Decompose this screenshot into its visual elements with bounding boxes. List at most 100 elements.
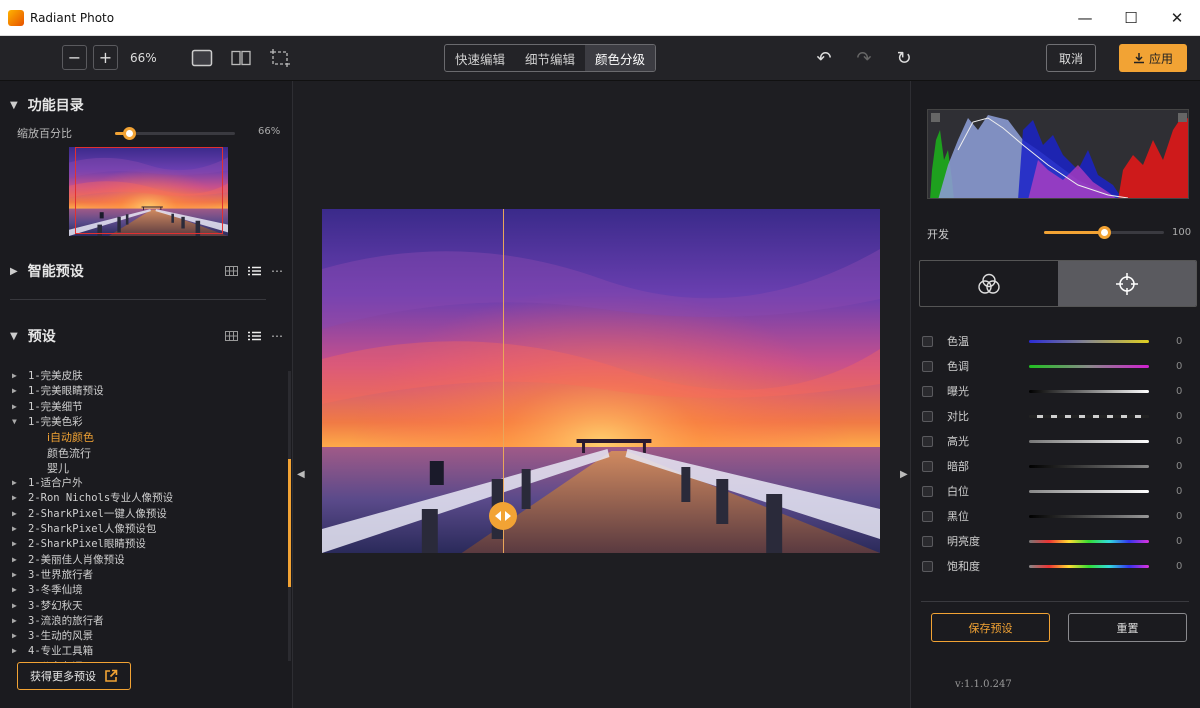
- adjustment-value: 0: [1176, 360, 1183, 372]
- adjustment-slider[interactable]: [1029, 514, 1149, 518]
- adjustment-slider[interactable]: [1029, 539, 1149, 543]
- preset-folder[interactable]: ▶ 2-Ron Nichols专业人像预设: [12, 490, 173, 505]
- redo-button[interactable]: ↷: [853, 47, 875, 69]
- right-panel: 开发 100 色温 0 色调 0 曝光 0 对比 0 高光 0 暗部 0 白位 0 黑位 0 明亮度 0 饱和度 0 …: [910, 81, 1200, 708]
- adjustment-checkbox[interactable]: [922, 335, 933, 347]
- more-options-icon[interactable]: ⋯: [271, 329, 284, 343]
- reset-all-button[interactable]: ↻: [893, 47, 915, 69]
- split-view-icon: [231, 50, 251, 66]
- preset-folder[interactable]: ▶ 2-SharkPixel一键人像预设: [12, 506, 167, 521]
- cancel-button[interactable]: 取消: [1046, 44, 1096, 72]
- preset-item[interactable]: i自动颜色: [47, 429, 94, 445]
- preset-folder[interactable]: ▶ 3-梦幻秋天: [12, 598, 83, 613]
- tab-color-mixer[interactable]: [920, 261, 1058, 306]
- adjustment-value: 0: [1176, 335, 1183, 347]
- list-view-icon[interactable]: [248, 266, 261, 276]
- collapse-left-arrow[interactable]: ◀: [297, 469, 305, 480]
- tab-quick-edit[interactable]: 快速编辑: [445, 45, 515, 71]
- navigator-thumbnail[interactable]: [69, 147, 228, 236]
- preset-scrollbar[interactable]: [288, 371, 291, 661]
- develop-label: 开发: [927, 228, 949, 241]
- zoom-slider[interactable]: [115, 127, 235, 140]
- adjustment-slider[interactable]: [1029, 389, 1149, 393]
- single-view-button[interactable]: [190, 47, 214, 69]
- left-panel: ▼ 功能目录 缩放百分比 66% ▶ 智能预设 ⋯ ▼ 预设 ⋯ ▶ 1-完美皮肤…: [0, 81, 293, 708]
- adjustment-slider[interactable]: [1029, 489, 1149, 493]
- grid-view-icon[interactable]: [225, 266, 238, 276]
- reset-button[interactable]: 重置: [1068, 613, 1187, 642]
- adjustment-checkbox[interactable]: [922, 410, 933, 422]
- caret-right-icon: ▶: [10, 265, 18, 277]
- preset-folder[interactable]: ▶ 3-生动的风景: [12, 628, 93, 643]
- adjustment-row: 饱和度 0: [922, 559, 1192, 573]
- preset-folder[interactable]: ▶ 3-冬季仙境: [12, 582, 83, 597]
- crop-view-button[interactable]: [268, 47, 292, 69]
- preset-folder[interactable]: ▶ 4-专业工具箱: [12, 643, 93, 658]
- adjustment-checkbox[interactable]: [922, 510, 933, 522]
- smart-presets-view-icons: ⋯: [225, 264, 284, 278]
- tab-detail-edit[interactable]: 细节编辑: [515, 45, 585, 71]
- zoom-slider-knob[interactable]: [123, 127, 137, 140]
- smart-presets-header[interactable]: ▶ 智能预设: [10, 261, 84, 281]
- adjustment-checkbox[interactable]: [922, 435, 933, 447]
- apply-button[interactable]: 应用: [1119, 44, 1187, 72]
- split-view-button[interactable]: [229, 47, 253, 69]
- presets-header[interactable]: ▼ 预设: [10, 326, 56, 346]
- preset-folder[interactable]: ▶ 1-完美皮肤: [12, 368, 83, 383]
- navigator-viewport-box[interactable]: [75, 147, 223, 234]
- preset-folder[interactable]: ▼ 1-完美色彩: [12, 414, 83, 429]
- develop-slider[interactable]: [1044, 226, 1164, 239]
- preset-item[interactable]: 颜色流行: [47, 445, 91, 461]
- collapse-right-arrow[interactable]: ▶: [900, 469, 908, 480]
- preset-folder[interactable]: ▶ 1-完美细节: [12, 399, 83, 414]
- adjustment-checkbox[interactable]: [922, 360, 933, 372]
- preset-folder[interactable]: ▶ 2-美丽佳人肖像预设: [12, 552, 125, 567]
- save-preset-button[interactable]: 保存预设: [931, 613, 1050, 642]
- adjustment-slider[interactable]: [1029, 564, 1149, 568]
- list-view-icon[interactable]: [248, 331, 261, 341]
- get-more-presets-button[interactable]: 获得更多预设: [17, 662, 131, 690]
- adjustment-checkbox[interactable]: [922, 535, 933, 547]
- more-options-icon[interactable]: ⋯: [271, 264, 284, 278]
- preset-folder-label: 1-完美细节: [28, 400, 83, 413]
- presets-title: 预设: [27, 329, 56, 345]
- preset-folder[interactable]: ▶ 2-SharkPixel眼睛预设: [12, 536, 146, 551]
- adjustment-row: 曝光 0: [922, 384, 1192, 398]
- minimize-button[interactable]: —: [1062, 0, 1108, 36]
- preset-folder-label: 1-完美皮肤: [28, 370, 83, 382]
- image-canvas: ◀ ▶: [294, 81, 910, 708]
- preset-folder[interactable]: ▶ 2-SharkPixel人像预设包: [12, 521, 156, 536]
- adjustment-checkbox[interactable]: [922, 560, 933, 572]
- get-more-presets-label: 获得更多预设: [30, 670, 96, 683]
- adjustment-slider[interactable]: [1029, 339, 1149, 343]
- preview-photo[interactable]: [322, 209, 880, 553]
- zoom-in-button[interactable]: +: [93, 45, 118, 70]
- maximize-button[interactable]: ☐: [1108, 0, 1154, 36]
- app-title: Radiant Photo: [30, 10, 115, 25]
- tab-color-grading[interactable]: 颜色分级: [585, 45, 655, 71]
- adjustment-value: 0: [1176, 510, 1183, 522]
- preset-folder[interactable]: ▶ 3-世界旅行者: [12, 567, 93, 582]
- preset-folder[interactable]: ▶ 1-适合户外: [12, 475, 83, 490]
- close-button[interactable]: ✕: [1154, 0, 1200, 36]
- develop-slider-knob[interactable]: [1098, 226, 1111, 239]
- grid-view-icon[interactable]: [225, 331, 238, 341]
- adjustment-slider[interactable]: [1029, 439, 1149, 443]
- catalog-header[interactable]: ▼ 功能目录: [10, 95, 84, 115]
- preset-folder[interactable]: ▶ 1-完美眼睛预设: [12, 383, 104, 398]
- adjustment-slider[interactable]: [1029, 414, 1149, 418]
- preset-item[interactable]: 婴儿: [47, 460, 69, 476]
- adjustment-checkbox[interactable]: [922, 460, 933, 472]
- caret-down-icon: ▼: [10, 330, 18, 342]
- adjustment-slider[interactable]: [1029, 364, 1149, 368]
- preset-folder[interactable]: ▶ 3-流浪的旅行者: [12, 613, 104, 628]
- adjustment-checkbox[interactable]: [922, 485, 933, 497]
- tab-targeted-adjust[interactable]: [1058, 261, 1196, 306]
- adjustment-slider[interactable]: [1029, 464, 1149, 468]
- zoom-out-button[interactable]: −: [62, 45, 87, 70]
- undo-button[interactable]: ↶: [813, 47, 835, 69]
- caret-down-icon: ▼: [12, 416, 17, 426]
- adjustment-checkbox[interactable]: [922, 385, 933, 397]
- preset-folder-label: 2-SharkPixel人像预设包: [28, 523, 157, 535]
- preset-scrollbar-thumb[interactable]: [288, 459, 291, 587]
